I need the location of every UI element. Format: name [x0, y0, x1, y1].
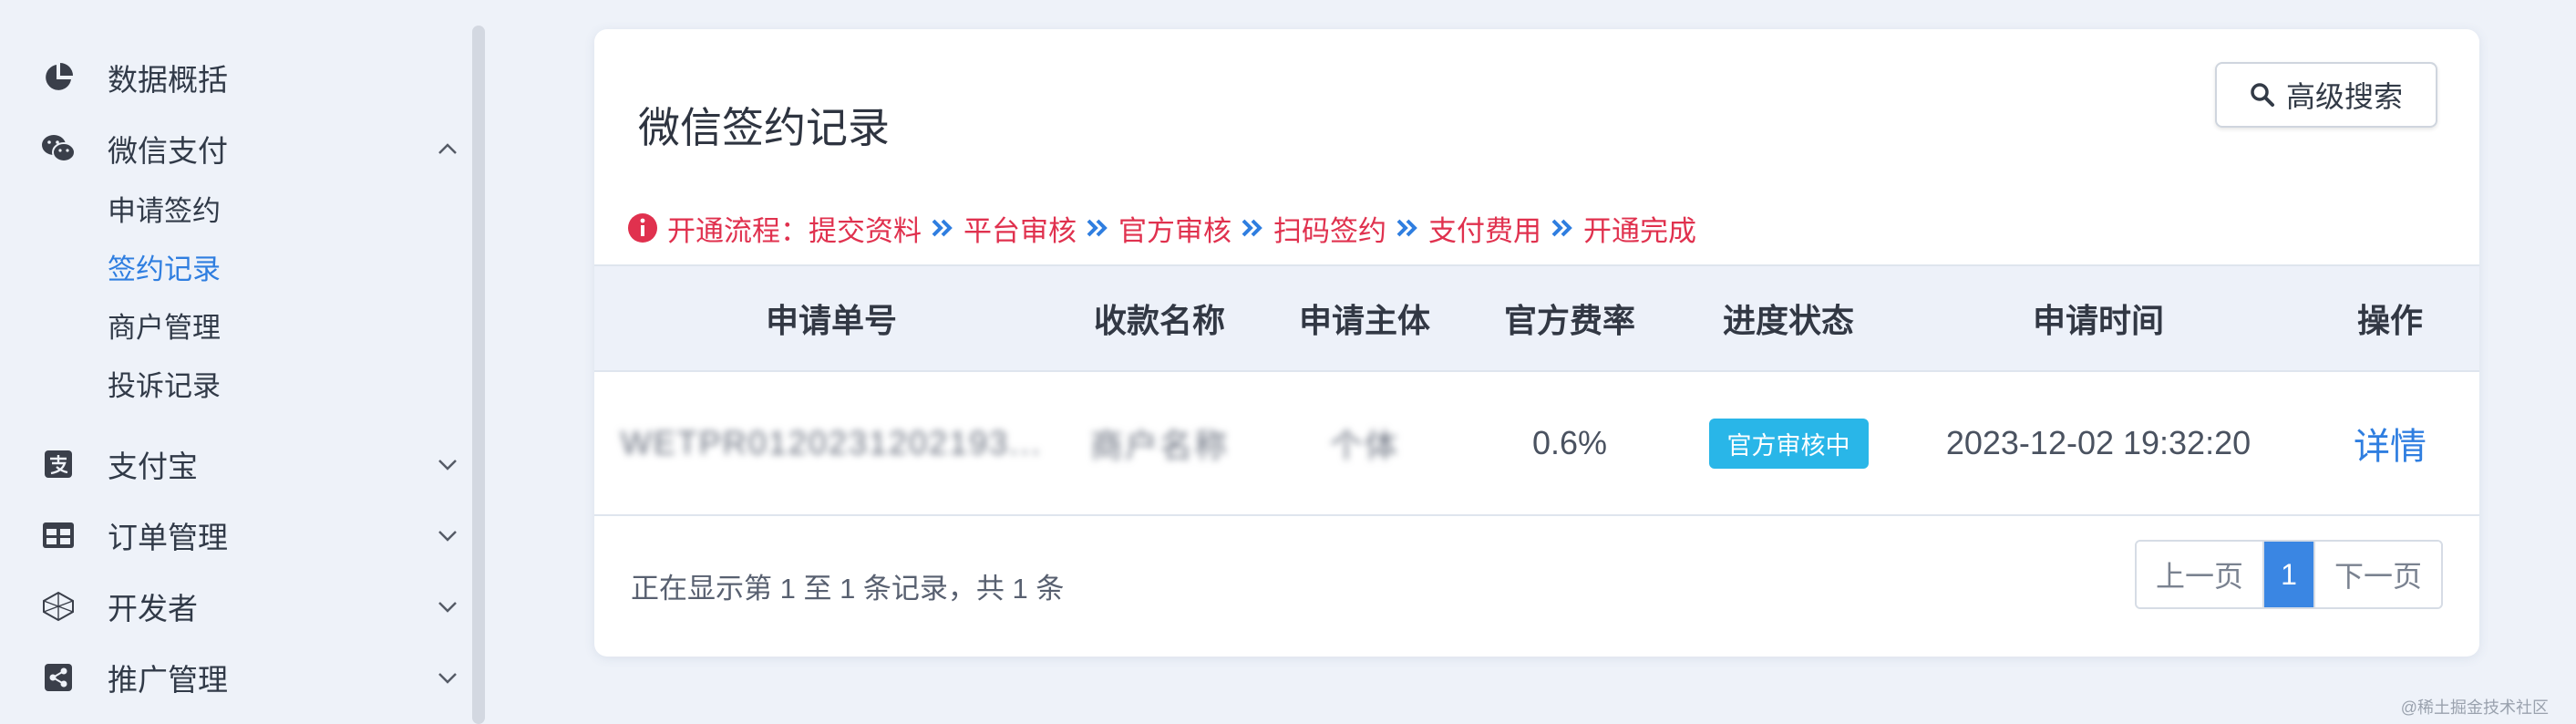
flow-step: 提交资料: [809, 214, 922, 247]
sidebar-item-wechat-pay[interactable]: 微信支付: [40, 126, 459, 171]
sidebar-item-label: 数据概括: [108, 63, 228, 97]
chevron-down-icon[interactable]: [436, 452, 459, 476]
double-chevron-right-icon: [931, 218, 954, 238]
alipay-icon: [40, 446, 77, 482]
sidebar-subitem-apply-sign[interactable]: 申请签约: [108, 191, 221, 232]
chevron-down-icon[interactable]: [436, 666, 459, 689]
page-number-button[interactable]: 1: [2264, 542, 2313, 607]
wechat-icon: [40, 130, 77, 167]
sign-records-card: 微信签约记录 高级搜索 开通流程： 提交资料 平台审核 官方审核 扫码签约 支付…: [594, 29, 2479, 657]
column-header-time: 申请时间: [2032, 302, 2164, 339]
sidebar-subitem-merchant-management[interactable]: 商户管理: [108, 308, 221, 348]
flow-step: 支付费用: [1428, 214, 1541, 247]
flow-step: 平台审核: [963, 214, 1077, 247]
sidebar-item-orders[interactable]: 订单管理: [40, 512, 459, 558]
order-number: WETPR0120231202193...: [620, 424, 1043, 461]
page-title: 微信签约记录: [638, 104, 890, 151]
double-chevron-right-icon: [1551, 218, 1574, 238]
sidebar-item-developer[interactable]: 开发者: [40, 584, 459, 629]
watermark: @稀土掘金技术社区: [2400, 698, 2549, 717]
records-info: 正在显示第 1 至 1 条记录，共 1 条: [631, 573, 1065, 605]
activation-flow: 开通流程： 提交资料 平台审核 官方审核 扫码签约 支付费用 开通完成: [627, 210, 1696, 247]
table-icon: [40, 517, 77, 553]
sidebar-item-overview[interactable]: 数据概括: [40, 55, 459, 100]
chevron-up-icon[interactable]: [436, 137, 459, 160]
prev-page-button[interactable]: 上一页: [2137, 542, 2264, 607]
sidebar-item-label: 开发者: [108, 592, 198, 626]
column-header-status: 进度状态: [1722, 302, 1854, 339]
sidebar-item-label: 推广管理: [108, 663, 228, 697]
sidebar: 数据概括 微信支付 申请签约 签约记录 商户管理 投诉记录 支付宝 订单管理 开…: [0, 0, 474, 724]
double-chevron-right-icon: [1086, 218, 1109, 238]
sidebar-item-alipay[interactable]: 支付宝: [40, 441, 459, 487]
column-header-subject: 申请主体: [1298, 302, 1430, 339]
info-icon: [627, 212, 658, 243]
status-badge: 官方审核中: [1708, 418, 1869, 469]
column-header-payee-name: 收款名称: [1093, 302, 1225, 339]
table-row: WETPR0120231202193... 商户名称 个体 0.6% 官方审核中…: [594, 372, 2479, 516]
column-header-rate: 官方费率: [1503, 302, 1635, 339]
sidebar-item-label: 支付宝: [108, 450, 198, 483]
column-header-order-no: 申请单号: [765, 302, 897, 339]
flow-prefix: 开通流程：: [667, 214, 809, 247]
share-icon: [40, 659, 77, 696]
chevron-down-icon[interactable]: [436, 595, 459, 618]
sidebar-item-label: 微信支付: [108, 134, 228, 168]
double-chevron-right-icon: [1396, 218, 1419, 238]
sidebar-subitem-sign-records[interactable]: 签约记录: [108, 250, 221, 290]
advanced-search-button[interactable]: 高级搜索: [2215, 62, 2437, 128]
developer-icon: [40, 588, 77, 625]
sidebar-item-promotion[interactable]: 推广管理: [40, 655, 459, 700]
pagination: 上一页 1 下一页: [2135, 540, 2443, 609]
sidebar-subitem-complaint-records[interactable]: 投诉记录: [108, 367, 221, 407]
double-chevron-right-icon: [1241, 218, 1264, 238]
table-header: 申请单号 收款名称 申请主体 官方费率 进度状态 申请时间 操作: [594, 264, 2479, 372]
applicant-subject: 个体: [1329, 427, 1399, 464]
column-header-action: 操作: [2356, 302, 2423, 339]
flow-step: 开通完成: [1583, 214, 1696, 247]
search-icon: [2250, 82, 2275, 108]
advanced-search-label: 高级搜索: [2285, 80, 2403, 113]
flow-step: 官方审核: [1118, 214, 1231, 247]
next-page-button[interactable]: 下一页: [2313, 542, 2441, 607]
detail-link[interactable]: 详情: [2354, 417, 2427, 470]
sidebar-scrollbar[interactable]: [472, 26, 485, 724]
rate-value: 0.6%: [1531, 424, 1608, 461]
flow-step: 扫码签约: [1273, 214, 1386, 247]
pie-chart-icon: [40, 59, 77, 96]
chevron-down-icon[interactable]: [436, 523, 459, 547]
sidebar-item-label: 订单管理: [108, 521, 228, 554]
apply-time: 2023-12-02 19:32:20: [1945, 424, 2251, 461]
payee-name: 商户名称: [1089, 427, 1229, 464]
